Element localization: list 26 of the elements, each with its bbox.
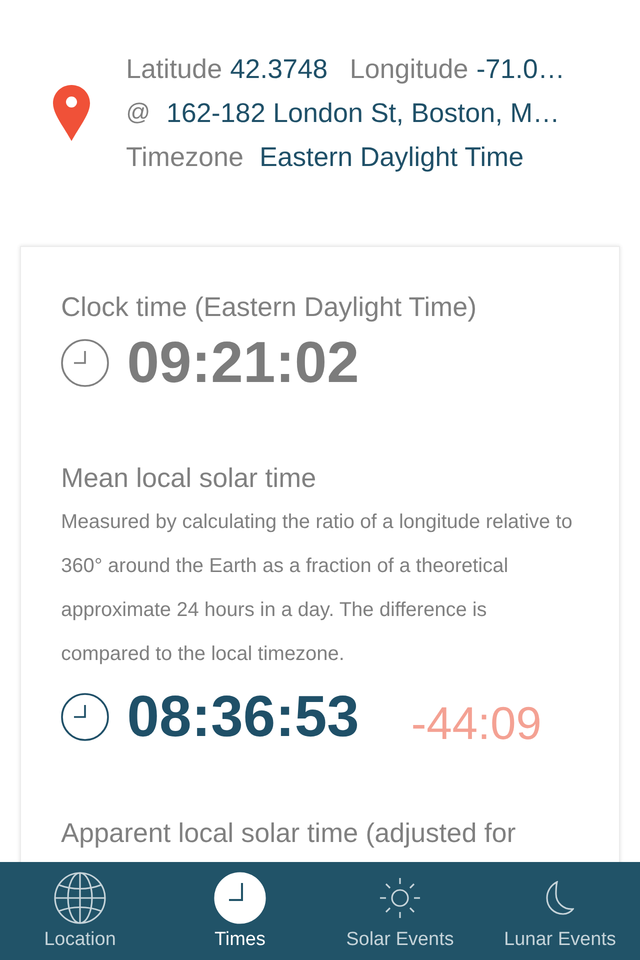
globe-icon [54,872,106,924]
at-sign: @ [126,98,150,128]
longitude-label: Longitude [350,53,468,86]
latitude-label: Latitude [126,53,222,86]
sun-icon [380,878,420,918]
time-difference: -44:09 [411,696,542,751]
map-pin-icon [53,85,90,141]
description-text: Measured by calculating the ratio of a longitude relative to 360° around the Earth as a fraction of a theoretical approximate 24 hours in a day. The difference is compared to the local timezone. [61,510,574,667]
timezone-value: Eastern Daylight Time [260,141,524,174]
tab[interactable]: Times [160,862,320,960]
solar-time: 08:36:53 [127,687,360,747]
section-title: Clock time (Eastern Daylight Time) [61,291,478,323]
address-value: 162-182 London St, Boston, M… [166,97,560,130]
tab[interactable]: Location [0,862,160,960]
section-title: Apparent local solar time (adjusted for [61,817,517,849]
clock-icon [61,339,109,387]
tab[interactable]: Lunar Events [480,862,640,960]
moon-icon [546,881,574,915]
clock-time: 09:21:02 [127,333,360,393]
section-title: Mean local solar time [61,462,318,494]
clock-icon [61,693,109,741]
longitude-value: -71.0… [476,53,565,86]
timezone-label: Timezone [126,141,244,174]
latitude-value: 42.3748 [230,53,328,86]
tab[interactable]: Solar Events [320,862,480,960]
clock-icon [214,872,266,924]
